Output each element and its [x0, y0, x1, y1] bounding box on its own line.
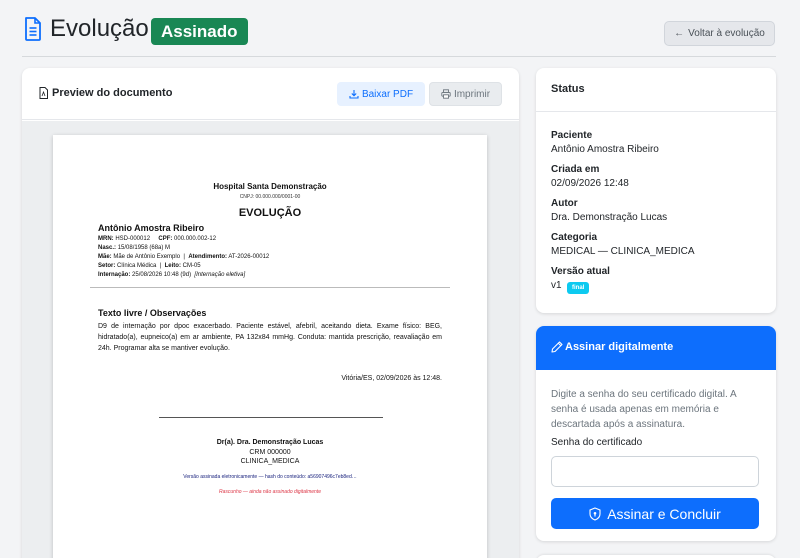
- sign-card: Assinar digitalmente Digite a senha do s…: [536, 326, 776, 541]
- patient-value: Antônio Amostra Ribeiro: [551, 144, 659, 155]
- signer-name: Dr(a). Dra. Demonstração Lucas: [216, 439, 324, 446]
- hospital-name: Hospital Santa Demonstração: [213, 182, 327, 191]
- preview-card: Preview do documento Baixar PDF Imprimir…: [22, 68, 519, 558]
- created-label: Criada em: [551, 164, 600, 175]
- patient-mother-line: Mãe: Mãe de Antônio Exemplo | Atendiment…: [98, 254, 270, 260]
- pen-icon: [551, 341, 563, 353]
- category-value: MEDICAL — CLINICA_MEDICA: [551, 246, 695, 257]
- author-label: Autor: [551, 198, 578, 209]
- page-title: Evolução: [50, 15, 149, 42]
- version-badge: final: [567, 282, 590, 294]
- arrow-left-icon: ←: [674, 28, 685, 39]
- file-pdf-icon: [39, 87, 48, 99]
- printer-icon: [441, 89, 451, 99]
- patient-id-line: MRN: HSD-000012 CPF: 000.000.002-12: [98, 236, 217, 242]
- status-card-header: Status: [536, 68, 776, 112]
- preview-title: Preview do documento: [52, 87, 173, 99]
- document-page: Hospital Santa Demonstração CNPJ: 00.000…: [53, 135, 487, 558]
- download-pdf-label: Baixar PDF: [361, 88, 414, 100]
- sign-title: Assinar digitalmente: [565, 341, 674, 353]
- document-icon: [25, 17, 41, 41]
- download-pdf-button[interactable]: Baixar PDF: [337, 82, 425, 106]
- created-value: 02/09/2026 12:48: [551, 178, 629, 189]
- author-value: Dra. Demonstração Lucas: [551, 212, 668, 223]
- hash-note: Versão assinada eletronicamente — hash d…: [183, 474, 357, 480]
- back-button[interactable]: ← Voltar à evolução: [664, 21, 775, 46]
- print-label: Imprimir: [453, 88, 491, 100]
- document-type-title: EVOLUÇÃO: [238, 207, 302, 219]
- patient-location-line: Setor: Clínica Médica | Leito: CM-05: [98, 263, 201, 269]
- section-title: Texto livre / Observações: [98, 308, 207, 318]
- page-header: Evolução Assinado ← Voltar à evolução: [0, 0, 800, 58]
- patient-birth-line: Nasc.: 15/08/1958 (68a) M: [98, 245, 171, 251]
- sign-card-header: Assinar digitalmente: [536, 326, 776, 370]
- patient-name: Antônio Amostra Ribeiro: [98, 223, 205, 233]
- document-divider: [90, 287, 450, 288]
- sign-description: Digite a senha do seu certificado digita…: [551, 389, 737, 430]
- signer-crm: CRM 000000: [249, 449, 291, 456]
- category-label: Categoria: [551, 232, 598, 243]
- document-body: D9 de internação por dpoc exacerbado. Pa…: [98, 323, 442, 352]
- patient-admission-line: Internação: 25/08/2026 10:48 (9d) [Inter…: [98, 272, 246, 278]
- preview-card-header: Preview do documento Baixar PDF Imprimir: [22, 68, 519, 120]
- header-divider: [22, 56, 776, 57]
- place-date: Vitória/ES, 02/09/2026 às 12:48.: [341, 375, 442, 382]
- signature-line: [159, 417, 383, 418]
- version-value: v1: [551, 280, 562, 291]
- hospital-cnpj: CNPJ: 00.000.000/0001-00: [239, 194, 301, 200]
- status-badge: Assinado: [151, 18, 248, 45]
- document-preview-area[interactable]: Hospital Santa Demonstração CNPJ: 00.000…: [22, 121, 519, 558]
- sign-and-finish-button[interactable]: Assinar e Concluir: [551, 498, 759, 529]
- version-label: Versão atual: [551, 266, 610, 277]
- certificate-password-input[interactable]: [551, 456, 759, 487]
- password-label: Senha do certificado: [551, 437, 643, 448]
- sign-button-label: Assinar e Concluir: [607, 505, 721, 522]
- print-button[interactable]: Imprimir: [429, 82, 502, 106]
- patient-label: Paciente: [551, 130, 593, 141]
- download-icon: [349, 90, 359, 99]
- shield-lock-icon: [589, 506, 601, 521]
- draft-note: Rascunho — ainda não assinado digitalmen…: [218, 489, 321, 495]
- signer-specialty: CLINICA_MEDICA: [240, 458, 300, 465]
- status-title: Status: [551, 83, 585, 95]
- back-button-label: Voltar à evolução: [688, 28, 765, 39]
- status-card: Status Paciente Antônio Amostra Ribeiro …: [536, 68, 776, 313]
